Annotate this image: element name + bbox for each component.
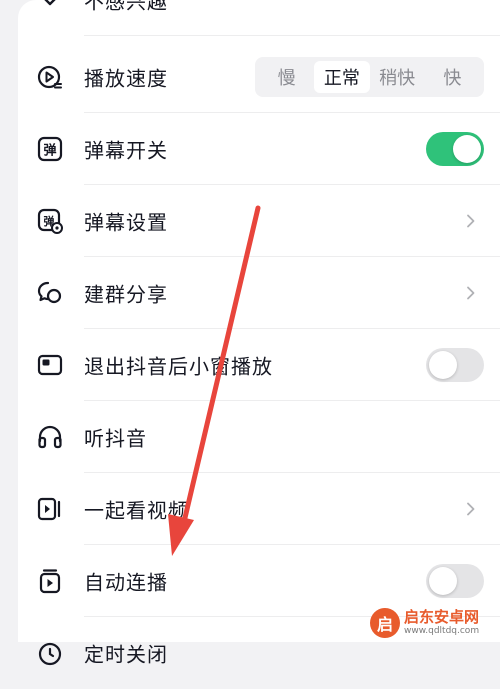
danmaku-icon: 弹 [36,135,64,163]
watch-together-label: 一起看视频 [84,498,189,523]
listen-douyin-row[interactable]: 听抖音 [18,401,500,473]
speed-option-slightly-fast[interactable]: 稍快 [370,61,425,93]
mini-window-toggle[interactable] [426,348,484,382]
danmaku-switch-row: 弹 弹幕开关 [18,113,500,185]
toggle-knob [453,135,481,163]
danmaku-settings-row[interactable]: 弹 弹幕设置 [18,185,500,257]
danmaku-switch-label: 弹幕开关 [84,138,168,163]
timer-close-label: 定时关闭 [84,642,168,667]
autoplay-toggle[interactable] [426,564,484,598]
divider [84,35,500,36]
settings-panel: 不感兴趣 播放速度 慢 正常 稍快 快 弹 弹幕开关 弹 弹幕设置 建群分享 退… [18,0,500,667]
watermark-logo: 启 启东安卓网 www.qdltdq.com [370,604,500,642]
danmaku-settings-icon: 弹 [36,207,64,235]
speed-option-fast[interactable]: 快 [425,61,480,93]
chat-bubbles-icon [36,279,64,307]
not-interested-row[interactable]: 不感兴趣 [18,0,500,36]
autoplay-icon [36,567,64,595]
danmaku-toggle[interactable] [426,132,484,166]
svg-text:弹: 弹 [43,143,56,159]
chevron-right-icon [467,286,475,300]
toggle-knob [429,567,457,595]
mini-window-label: 退出抖音后小窗播放 [84,354,273,379]
speed-selector[interactable]: 慢 正常 稍快 快 [255,57,484,97]
listen-douyin-label: 听抖音 [84,426,147,451]
not-interested-label: 不感兴趣 [84,0,168,14]
watch-together-icon [36,495,64,523]
chevron-right-icon [467,502,475,516]
mini-window-row: 退出抖音后小窗播放 [18,329,500,401]
chevron-right-icon [467,214,475,228]
chevron-down-icon [36,0,64,14]
speed-option-normal[interactable]: 正常 [314,61,370,93]
headphones-icon [36,423,64,451]
playback-speed-row: 播放速度 慢 正常 稍快 快 [18,41,500,113]
speed-option-slow[interactable]: 慢 [259,61,314,93]
watermark-badge-icon: 启 [370,608,400,638]
timer-icon [36,639,64,667]
group-share-label: 建群分享 [84,282,168,307]
playback-speed-icon [36,63,64,91]
playback-speed-label: 播放速度 [84,66,168,91]
autoplay-label: 自动连播 [84,570,168,595]
mini-window-icon [36,351,64,379]
watermark-url: www.qdltdq.com [404,626,480,636]
group-share-row[interactable]: 建群分享 [18,257,500,329]
watch-together-row[interactable]: 一起看视频 [18,473,500,545]
danmaku-settings-label: 弹幕设置 [84,210,168,235]
toggle-knob [429,351,457,379]
watermark-title: 启东安卓网 [404,608,480,626]
